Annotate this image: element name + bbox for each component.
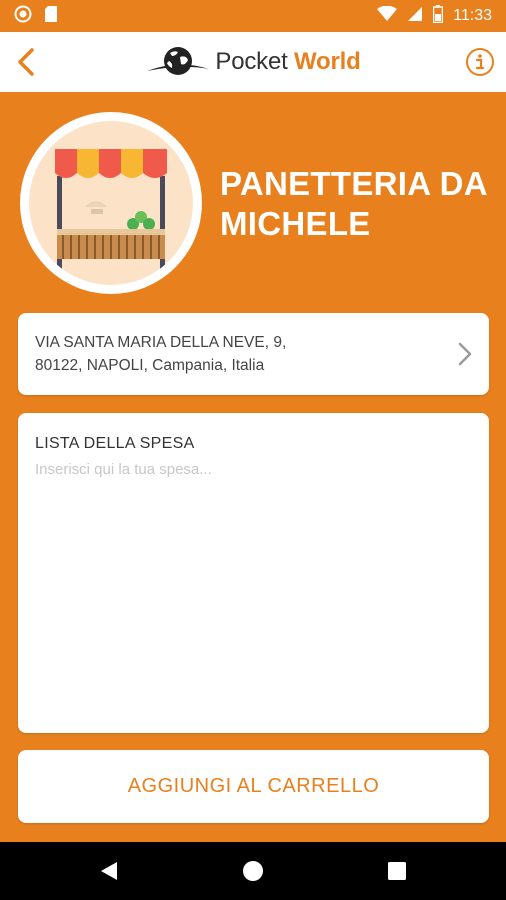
square-recents-icon — [388, 862, 406, 880]
chevron-right-icon — [458, 342, 472, 366]
brand-name-accent: World — [294, 48, 361, 75]
brand-logo: Pocket World — [145, 44, 361, 80]
signal-icon — [407, 6, 423, 27]
back-button[interactable] — [8, 44, 44, 80]
triangle-back-icon — [101, 862, 117, 880]
info-button[interactable] — [462, 44, 498, 80]
add-to-cart-label: AGGIUNGI AL CARRELLO — [127, 775, 380, 797]
shopping-list-label: LISTA DELLA SPESA — [35, 435, 195, 452]
address-line-2: 80122, NAPOLI, Campania, Italia — [35, 357, 265, 374]
shopping-list-card: LISTA DELLA SPESA — [18, 413, 489, 733]
address-line-1: VIA SANTA MARIA DELLA NEVE, 9, — [35, 334, 287, 351]
sd-card-icon — [44, 5, 58, 28]
address-card[interactable]: VIA SANTA MARIA DELLA NEVE, 9, 80122, NA… — [18, 313, 489, 395]
wifi-icon — [377, 5, 398, 27]
system-nav-bar — [0, 842, 506, 900]
brand-name-plain: Pocket — [215, 48, 288, 75]
nav-home-button[interactable] — [233, 851, 273, 891]
chevron-left-icon — [18, 48, 34, 76]
brand-name: Pocket World — [215, 48, 360, 76]
globe-icon — [147, 47, 210, 75]
add-to-cart-button[interactable]: AGGIUNGI AL CARRELLO — [18, 750, 489, 823]
app-bar: Pocket World — [0, 32, 506, 92]
market-stall-icon — [29, 121, 193, 285]
clock: 11:33 — [453, 7, 492, 24]
circle-home-icon — [243, 861, 263, 881]
shopping-list-input[interactable] — [35, 461, 472, 716]
shop-avatar — [20, 112, 202, 294]
battery-icon — [432, 4, 444, 28]
status-bar: 11:33 — [0, 0, 506, 32]
info-icon — [466, 48, 494, 76]
address-text: VIA SANTA MARIA DELLA NEVE, 9, 80122, NA… — [35, 331, 435, 377]
status-system: 11:33 — [377, 4, 492, 28]
record-icon — [14, 5, 32, 28]
shop-name: PANETTERIA DA MICHELE — [220, 165, 487, 242]
nav-back-button[interactable] — [89, 851, 129, 891]
status-notifications — [14, 5, 58, 28]
nav-recents-button[interactable] — [377, 851, 417, 891]
